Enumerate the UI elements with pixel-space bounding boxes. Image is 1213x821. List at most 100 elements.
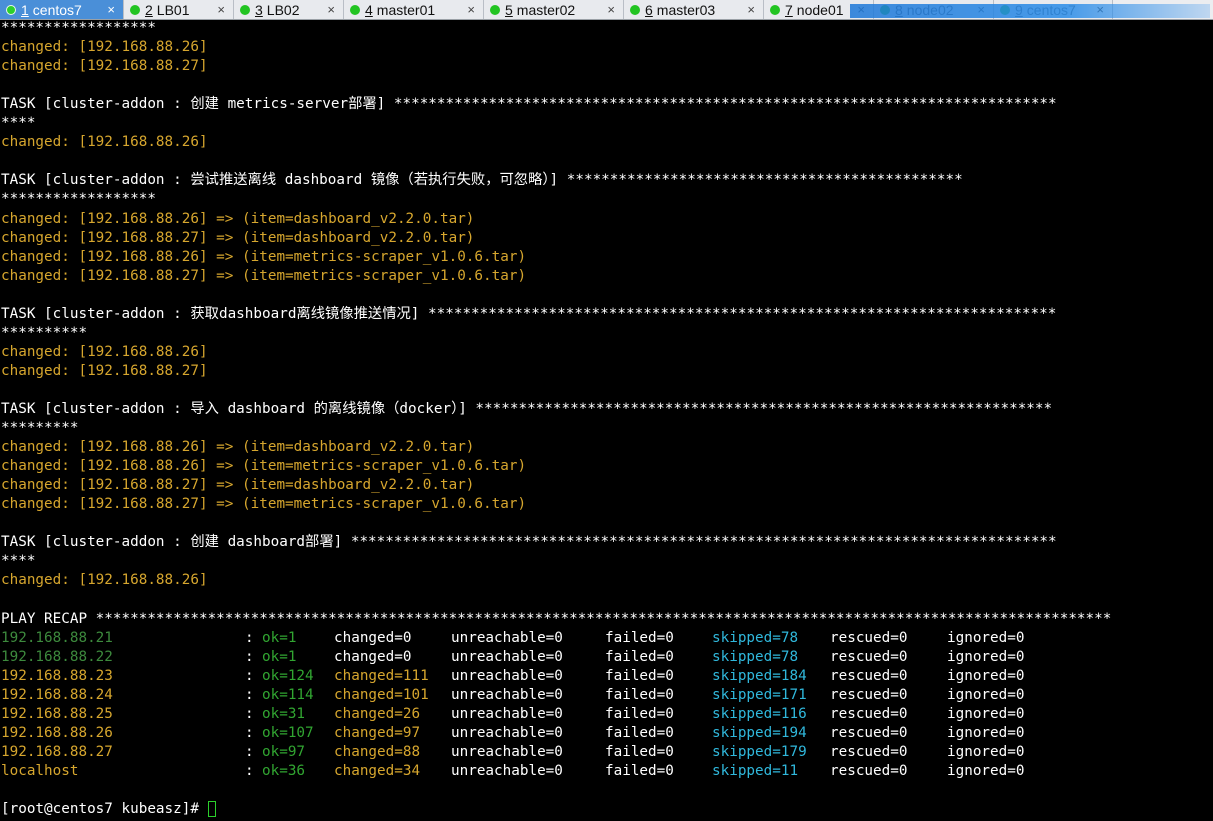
recap-ignored: ignored=0 xyxy=(947,762,1025,779)
tab-number: 4 xyxy=(365,1,373,18)
green-dot-icon xyxy=(770,4,780,15)
output-line: changed: [192.168.88.27] xyxy=(1,362,208,379)
tab-number: 1 xyxy=(21,1,29,18)
recap-failed: failed=0 xyxy=(605,686,674,703)
recap-host: 192.168.88.23 xyxy=(1,667,113,684)
recap-ignored: ignored=0 xyxy=(947,705,1025,722)
recap-failed: failed=0 xyxy=(605,648,674,665)
shell-prompt[interactable]: [root@centos7 kubeasz]# xyxy=(1,800,216,819)
recap-ok: ok=36 xyxy=(262,762,306,779)
tab-centos7-2[interactable]: 9 centos7 × xyxy=(994,0,1113,19)
tab-bar: 1 centos7 × 2 LB01 × 3 LB02 × 4 master01 × 5 master02… xyxy=(0,0,1213,20)
recap-failed: failed=0 xyxy=(605,629,674,646)
recap-rescued: rescued=0 xyxy=(830,743,908,760)
recap-skipped: skipped=78 xyxy=(712,648,799,665)
recap-separator: : xyxy=(245,629,254,646)
terminal-output[interactable]: ****************** changed: [192.168.88.2… xyxy=(0,19,1213,821)
output-line: changed: [192.168.88.26] => (item=dashbo… xyxy=(1,439,475,456)
recap-unreachable: unreachable=0 xyxy=(451,629,563,646)
tab-label: LB01 xyxy=(156,1,190,18)
recap-skipped: skipped=78 xyxy=(712,629,799,646)
green-dot-icon xyxy=(130,4,140,15)
recap-ignored: ignored=0 xyxy=(947,648,1025,665)
recap-ignored: ignored=0 xyxy=(947,724,1025,741)
output-line: **** xyxy=(1,553,36,570)
recap-rescued: rescued=0 xyxy=(830,667,908,684)
tab-centos7[interactable]: 1 centos7 × xyxy=(0,0,124,19)
close-icon[interactable]: × xyxy=(977,0,985,19)
close-icon[interactable]: × xyxy=(747,0,755,19)
tab-node02[interactable]: 8 node02 × xyxy=(874,0,994,19)
recap-failed: failed=0 xyxy=(605,743,674,760)
close-icon[interactable]: × xyxy=(327,0,335,19)
recap-ignored: ignored=0 xyxy=(947,686,1025,703)
close-icon[interactable]: × xyxy=(467,0,475,19)
output-line: changed: [192.168.88.27] => (item=dashbo… xyxy=(1,477,475,494)
recap-changed: changed=0 xyxy=(334,648,412,665)
recap-ok: ok=124 xyxy=(262,667,314,684)
recap-host: 192.168.88.25 xyxy=(1,705,113,722)
green-dot-icon xyxy=(880,4,890,15)
close-icon[interactable]: × xyxy=(607,0,615,19)
tab-master02[interactable]: 5 master02 × xyxy=(484,0,624,19)
tab-number: 6 xyxy=(645,1,653,18)
recap-rescued: rescued=0 xyxy=(830,686,908,703)
recap-ok: ok=107 xyxy=(262,724,314,741)
recap-unreachable: unreachable=0 xyxy=(451,705,563,722)
recap-separator: : xyxy=(245,743,254,760)
task-header-line: TASK [cluster-addon : 创建 metrics-server部… xyxy=(1,96,1057,113)
recap-row: 192.168.88.26: ok=107 changed=97 unreachabl… xyxy=(0,724,1213,743)
recap-changed: changed=88 xyxy=(334,743,421,760)
output-line: ****************** xyxy=(1,191,156,208)
tab-label: master03 xyxy=(656,1,716,18)
recap-skipped: skipped=184 xyxy=(712,667,807,684)
recap-skipped: skipped=179 xyxy=(712,743,807,760)
task-header-line: TASK [cluster-addon : 导入 dashboard 的离线镜像… xyxy=(1,401,1053,417)
tab-lb02[interactable]: 3 LB02 × xyxy=(234,0,344,19)
recap-skipped: skipped=11 xyxy=(712,762,799,779)
tab-label: master02 xyxy=(516,1,576,18)
recap-ignored: ignored=0 xyxy=(947,629,1025,646)
recap-ok: ok=31 xyxy=(262,705,306,722)
recap-failed: failed=0 xyxy=(605,762,674,779)
output-line: changed: [192.168.88.26] xyxy=(1,134,208,151)
tab-lb01[interactable]: 2 LB01 × xyxy=(124,0,234,19)
recap-changed: changed=101 xyxy=(334,686,429,703)
tab-label: node02 xyxy=(906,1,954,18)
close-icon[interactable]: × xyxy=(857,0,865,19)
recap-ok: ok=97 xyxy=(262,743,306,760)
recap-row: 192.168.88.21: ok=1 changed=0 unreachable=0… xyxy=(0,629,1213,648)
close-icon[interactable]: × xyxy=(217,0,225,19)
green-dot-icon xyxy=(6,4,16,15)
output-line: changed: [192.168.88.26] => (item=metric… xyxy=(1,458,527,475)
recap-row: 192.168.88.23: ok=124 changed=111 unreachab… xyxy=(0,667,1213,686)
recap-rescued: rescued=0 xyxy=(830,629,908,646)
recap-rescued: rescued=0 xyxy=(830,724,908,741)
recap-rescued: rescued=0 xyxy=(830,648,908,665)
tab-node01[interactable]: 7 node01 × xyxy=(764,0,874,19)
green-dot-icon xyxy=(490,4,500,15)
recap-skipped: skipped=194 xyxy=(712,724,807,741)
recap-separator: : xyxy=(245,705,254,722)
close-icon[interactable]: × xyxy=(1096,0,1104,19)
task-header-line: TASK [cluster-addon : 尝试推送离线 dashboard 镜… xyxy=(1,172,963,189)
tab-master03[interactable]: 6 master03 × xyxy=(624,0,764,19)
recap-row: 192.168.88.24: ok=114 changed=101 unreachab… xyxy=(0,686,1213,705)
recap-unreachable: unreachable=0 xyxy=(451,686,563,703)
tab-master01[interactable]: 4 master01 × xyxy=(344,0,484,19)
output-line: ********** xyxy=(1,324,88,341)
tab-number: 9 xyxy=(1015,1,1023,18)
task-header-line: TASK [cluster-addon : 创建 dashboard部署] **… xyxy=(1,534,1057,551)
recap-failed: failed=0 xyxy=(605,705,674,722)
output-line: changed: [192.168.88.26] xyxy=(1,343,208,360)
recap-host: 192.168.88.24 xyxy=(1,686,113,703)
close-icon[interactable]: × xyxy=(107,0,115,19)
recap-skipped: skipped=116 xyxy=(712,705,807,722)
output-line: changed: [192.168.88.27] xyxy=(1,58,208,75)
tab-label: centos7 xyxy=(32,1,82,18)
recap-changed: changed=111 xyxy=(334,667,429,684)
recap-row: 192.168.88.22: ok=1 changed=0 unreachable=0… xyxy=(0,648,1213,667)
recap-failed: failed=0 xyxy=(605,667,674,684)
recap-rescued: rescued=0 xyxy=(830,762,908,779)
recap-unreachable: unreachable=0 xyxy=(451,724,563,741)
